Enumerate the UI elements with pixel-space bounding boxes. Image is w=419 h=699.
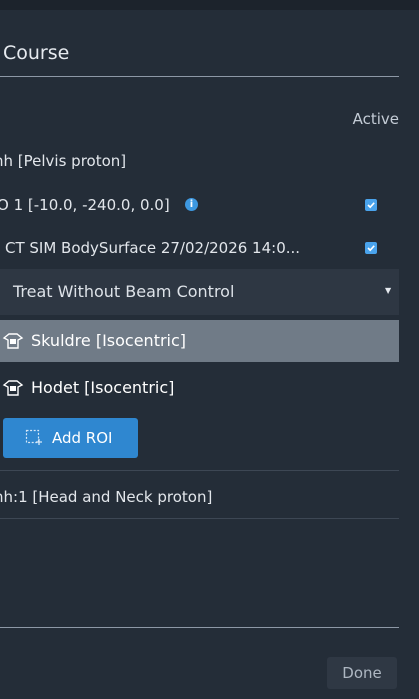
footer-divider (0, 627, 399, 628)
title-divider (0, 76, 399, 77)
beam-control-selected: Treat Without Beam Control (13, 282, 235, 301)
dialog-title: Course (3, 42, 70, 64)
roi-item-hodet[interactable]: Hodet [Isocentric] (0, 367, 399, 409)
plan-divider (0, 470, 399, 471)
roi-label: Hodet [Isocentric] (31, 378, 175, 397)
top-strip (0, 0, 419, 10)
isocenter-active-checkbox[interactable] (365, 199, 377, 211)
done-button[interactable]: Done (327, 657, 397, 689)
roi-label: Skuldre [Isocentric] (31, 331, 187, 350)
surface-active-checkbox[interactable] (365, 242, 377, 254)
add-roi-icon (25, 429, 43, 450)
beam-control-dropdown[interactable]: Treat Without Beam Control ▼ (0, 269, 399, 315)
active-column-header: Active (352, 110, 399, 128)
done-label: Done (342, 664, 382, 682)
add-roi-button[interactable]: Add ROI (3, 418, 138, 458)
roi-item-skuldre[interactable]: Skuldre [Isocentric] (0, 320, 399, 362)
isocenter-label: O 1 [-10.0, -240.0, 0.0] (0, 196, 170, 214)
roi-shape-icon (2, 379, 24, 401)
plan-head-neck-label[interactable]: nh:1 [Head and Neck proton] (0, 488, 212, 506)
surface-label: CT SIM BodySurface 27/02/2026 14:0... (5, 239, 301, 257)
plan-pelvis-label[interactable]: nh [Pelvis proton] (0, 152, 126, 170)
roi-shape-icon (2, 332, 24, 354)
info-icon[interactable]: i (185, 198, 198, 211)
dropdown-arrow-icon: ▼ (385, 286, 392, 295)
add-roi-label: Add ROI (52, 429, 113, 447)
plan-divider (0, 518, 399, 519)
